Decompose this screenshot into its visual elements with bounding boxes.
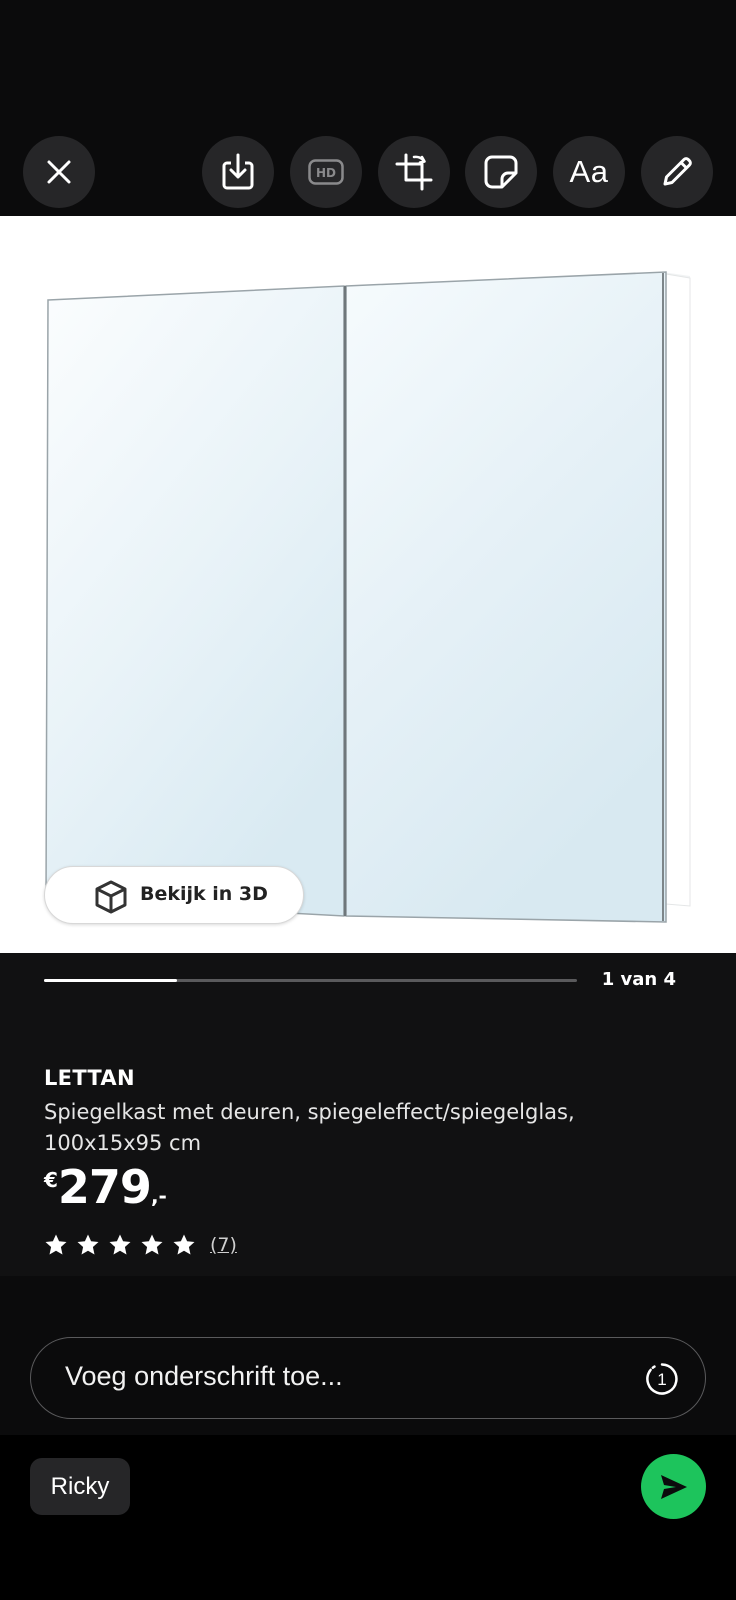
hd-quality-button[interactable]: HD (290, 136, 362, 208)
product-name: LETTAN (44, 1066, 135, 1090)
caption-placeholder: Voeg onderschrift toe... (65, 1361, 343, 1391)
rating-star-icon (141, 1234, 163, 1255)
mirror-cabinet-illustration (45, 271, 691, 923)
view-in-3d-button[interactable]: Bekijk in 3D (44, 866, 304, 924)
editor-toolbar: HD Aa (0, 0, 736, 216)
crop-rotate-icon (395, 153, 433, 191)
text-tool-button[interactable]: Aa (553, 136, 625, 208)
sticker-icon (484, 155, 518, 189)
draw-button[interactable] (641, 136, 713, 208)
product-description: Spiegelkast met deuren, spiegeleffect/sp… (44, 1100, 575, 1155)
recipient-chip[interactable]: Ricky (30, 1458, 130, 1515)
crop-rotate-button[interactable] (378, 136, 450, 208)
hd-icon: HD (308, 159, 344, 185)
caption-input[interactable]: Voeg onderschrift toe... 1 (30, 1337, 706, 1419)
rating-star-icon (173, 1234, 195, 1255)
download-icon (222, 153, 254, 190)
price-currency: € (44, 1168, 58, 1192)
gallery-progress-fill (44, 979, 178, 982)
product-image[interactable] (0, 216, 736, 953)
timer-value: 1 (657, 1370, 666, 1389)
send-icon (660, 1474, 687, 1499)
close-icon (47, 160, 71, 184)
send-button[interactable] (641, 1454, 706, 1519)
gallery-page-indicator: 1 van 4 (601, 969, 676, 990)
product-rating[interactable]: (7) (44, 1232, 237, 1258)
download-button[interactable] (202, 136, 274, 208)
review-count[interactable]: (7) (210, 1234, 237, 1256)
view-once-timer-icon[interactable]: 1 (645, 1362, 679, 1396)
rating-star-icon (77, 1234, 99, 1255)
rating-star-icon (45, 1234, 67, 1255)
cube-3d-icon (95, 880, 127, 914)
hd-label: HD (316, 166, 336, 180)
text-tool-label: Aa (569, 154, 609, 189)
rating-star-icon (109, 1234, 131, 1255)
close-button[interactable] (23, 136, 95, 208)
price-amount: 279 (57, 1160, 152, 1214)
price-suffix: ,- (150, 1184, 167, 1208)
pencil-icon (663, 157, 692, 186)
product-price: €279,- (44, 1160, 167, 1220)
gallery-progress-bar (44, 979, 577, 982)
sticker-button[interactable] (465, 136, 537, 208)
view-in-3d-label: Bekijk in 3D (140, 883, 268, 905)
